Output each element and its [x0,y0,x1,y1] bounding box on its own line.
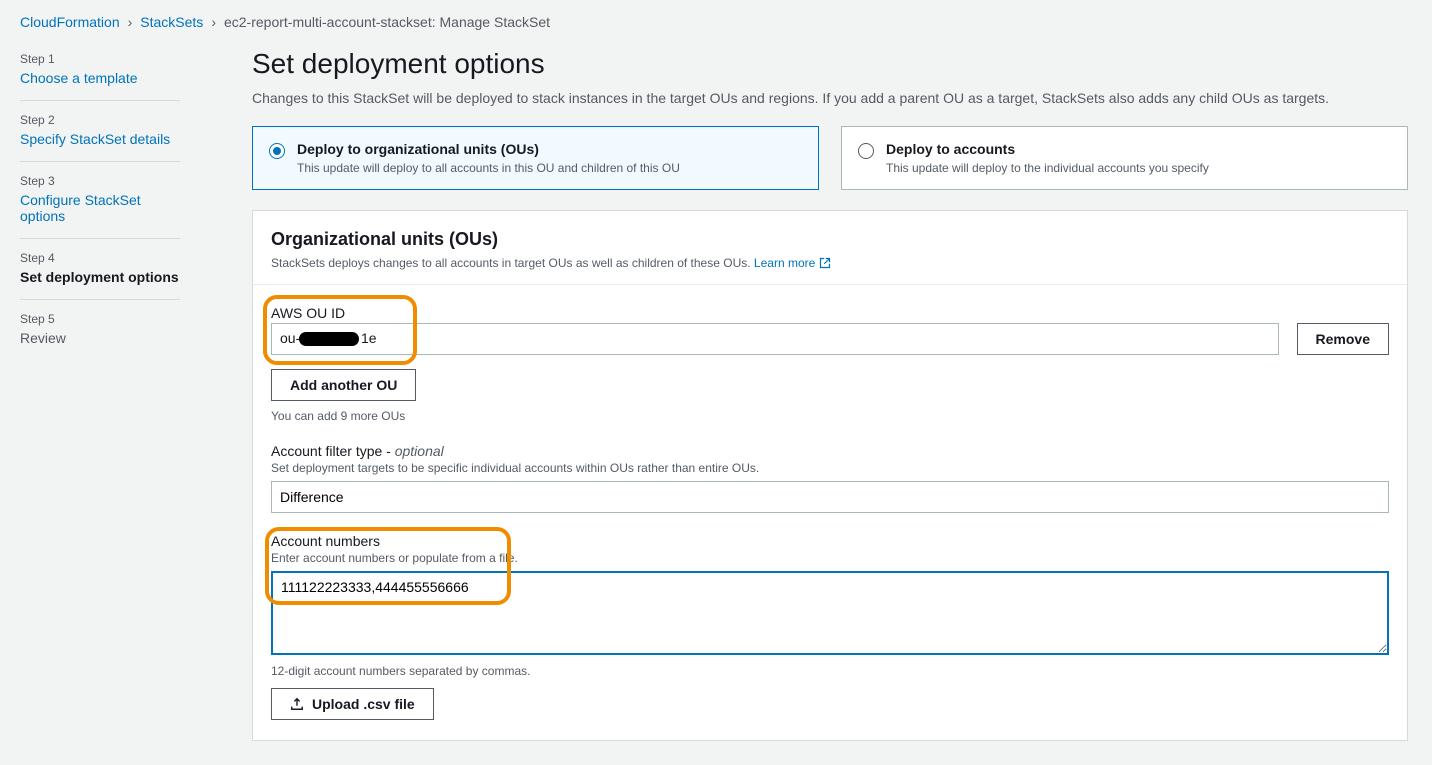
filter-type-select[interactable] [271,481,1389,513]
wizard-stepper: Step 1 Choose a template Step 2 Specify … [0,40,200,360]
breadcrumb-current: ec2-report-multi-account-stackset: Manag… [224,14,550,30]
section-subtext: StackSets deploys changes to all account… [271,256,831,270]
main-content: Set deployment options Changes to this S… [200,40,1432,765]
radio-title: Deploy to accounts [886,141,1209,157]
radio-title: Deploy to organizational units (OUs) [297,141,680,157]
step-choose-template: Step 1 Choose a template [20,40,180,101]
filter-type-label: Account filter type - optional [271,443,1389,459]
filter-type-hint: Set deployment targets to be specific in… [271,461,1389,475]
breadcrumb: CloudFormation › StackSets › ec2-report-… [0,0,1432,40]
account-numbers-hint: Enter account numbers or populate from a… [271,551,1389,565]
ou-id-label: AWS OU ID [271,305,1389,321]
page-description: Changes to this StackSet will be deploye… [252,90,1408,106]
step-title[interactable]: Choose a template [20,70,180,86]
radio-deploy-ous[interactable]: Deploy to organizational units (OUs) Thi… [252,126,819,190]
upload-icon [290,697,304,711]
section-heading: Organizational units (OUs) [271,229,1389,250]
step-label: Step 2 [20,113,180,127]
page-title: Set deployment options [252,48,1408,80]
add-ou-button[interactable]: Add another OU [271,369,416,401]
ou-id-input[interactable] [271,323,1279,355]
step-set-deployment: Step 4 Set deployment options [20,239,180,300]
radio-deploy-accounts[interactable]: Deploy to accounts This update will depl… [841,126,1408,190]
step-title: Set deployment options [20,269,180,285]
chevron-right-icon: › [128,14,133,30]
step-review: Step 5 Review [20,300,180,360]
chevron-right-icon: › [211,14,216,30]
ous-section: Organizational units (OUs) StackSets dep… [252,210,1408,741]
radio-icon [858,143,874,159]
account-numbers-input[interactable] [271,571,1389,655]
step-label: Step 4 [20,251,180,265]
radio-subtitle: This update will deploy to the individua… [886,161,1209,175]
breadcrumb-cloudformation[interactable]: CloudFormation [20,14,120,30]
breadcrumb-stacksets[interactable]: StackSets [140,14,203,30]
radio-icon [269,143,285,159]
step-label: Step 3 [20,174,180,188]
account-numbers-label: Account numbers [271,533,1389,549]
remove-ou-button[interactable]: Remove [1297,323,1389,355]
upload-csv-button[interactable]: Upload .csv file [271,688,434,720]
redaction-bar [299,332,359,346]
step-label: Step 5 [20,312,180,326]
ou-limit-hint: You can add 9 more OUs [271,409,1389,423]
deployment-target-selector: Deploy to organizational units (OUs) Thi… [252,126,1408,190]
step-label: Step 1 [20,52,180,66]
step-title[interactable]: Specify StackSet details [20,131,180,147]
radio-subtitle: This update will deploy to all accounts … [297,161,680,175]
step-specify-details: Step 2 Specify StackSet details [20,101,180,162]
external-link-icon [819,257,831,269]
account-numbers-format-hint: 12-digit account numbers separated by co… [271,664,1389,678]
step-title[interactable]: Configure StackSet options [20,192,180,224]
step-configure-options: Step 3 Configure StackSet options [20,162,180,239]
learn-more-link[interactable]: Learn more [754,256,831,270]
step-title: Review [20,330,180,346]
